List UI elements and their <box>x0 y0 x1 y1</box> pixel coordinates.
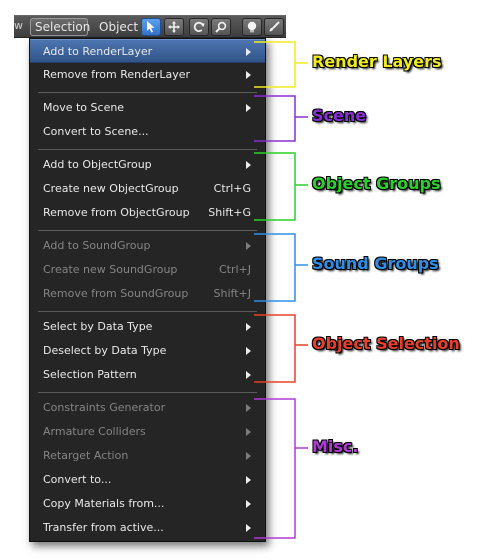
submenu-arrow-icon <box>246 452 251 460</box>
submenu-arrow-icon <box>246 347 251 355</box>
annotation-render-layers: Render Layers <box>312 52 442 71</box>
menu-item-selection-pattern[interactable]: Selection Pattern <box>30 363 265 387</box>
menu-separator <box>38 392 257 393</box>
submenu-arrow-icon <box>246 524 251 532</box>
menu-item-remove-from-objectgroup[interactable]: Remove from ObjectGroup Shift+G <box>30 201 265 225</box>
paint-brush-icon <box>269 21 280 32</box>
view-menu-fragment[interactable]: w <box>14 19 23 32</box>
menu-item-label: Constraints Generator <box>43 401 166 414</box>
menu-item-create-new-objectgroup[interactable]: Create new ObjectGroup Ctrl+G <box>30 177 265 201</box>
rotate-icon <box>193 21 205 33</box>
submenu-arrow-icon <box>246 428 251 436</box>
menu-item-add-to-soundgroup: Add to SoundGroup <box>30 234 265 258</box>
menu-item-add-to-objectgroup[interactable]: Add to ObjectGroup <box>30 153 265 177</box>
menu-item-remove-from-soundgroup: Remove from SoundGroup Shift+J <box>30 282 265 306</box>
annotation-misc: Misc. <box>312 437 359 456</box>
select-icon <box>147 21 155 33</box>
menu-item-label: Select by Data Type <box>43 320 153 333</box>
menu-item-convert-to-scene[interactable]: Convert to Scene... <box>30 120 265 144</box>
menu-item-label: Create new ObjectGroup <box>43 182 179 195</box>
menu-item-label: Add to RenderLayer <box>43 45 153 58</box>
light-icon <box>247 21 257 33</box>
submenu-arrow-icon <box>246 48 251 56</box>
rotate-tool-button[interactable] <box>189 18 209 36</box>
selection-menu[interactable]: Selection <box>30 18 90 36</box>
shortcut-label: Shift+G <box>208 206 251 219</box>
menu-item-label: Transfer from active... <box>43 521 164 534</box>
translate-icon <box>168 21 180 33</box>
menu-item-label: Retarget Action <box>43 449 129 462</box>
annotation-scene: Scene <box>312 106 367 125</box>
menu-item-transfer-from-active[interactable]: Transfer from active... <box>30 516 265 540</box>
menu-separator <box>38 230 257 231</box>
menu-item-move-to-scene[interactable]: Move to Scene <box>30 96 265 120</box>
annotation-sound-groups: Sound Groups <box>312 254 439 273</box>
menu-item-label: Convert to Scene... <box>43 125 149 138</box>
select-tool-button[interactable] <box>141 18 161 36</box>
menu-item-add-to-renderlayer[interactable]: Add to RenderLayer <box>30 39 265 63</box>
submenu-arrow-icon <box>246 104 251 112</box>
menu-item-copy-materials-from[interactable]: Copy Materials from... <box>30 492 265 516</box>
submenu-arrow-icon <box>246 404 251 412</box>
menu-item-convert-to[interactable]: Convert to... <box>30 468 265 492</box>
menu-item-label: Create new SoundGroup <box>43 263 178 276</box>
submenu-arrow-icon <box>246 161 251 169</box>
paint-button[interactable] <box>264 18 284 36</box>
menu-item-label: Remove from ObjectGroup <box>43 206 190 219</box>
object-menu[interactable]: Object <box>94 18 140 36</box>
submenu-arrow-icon <box>246 500 251 508</box>
selection-dropdown-menu: Add to RenderLayer Remove from RenderLay… <box>29 38 266 542</box>
menu-item-label: Remove from SoundGroup <box>43 287 189 300</box>
shortcut-label: Ctrl+J <box>218 263 251 276</box>
annotation-object-selection: Object Selection <box>312 334 460 353</box>
submenu-arrow-icon <box>246 371 251 379</box>
menu-separator <box>38 92 257 93</box>
menu-item-label: Copy Materials from... <box>43 497 165 510</box>
annotation-object-groups: Object Groups <box>312 174 441 193</box>
menu-item-label: Remove from RenderLayer <box>43 68 191 81</box>
menu-separator <box>38 311 257 312</box>
shortcut-label: Ctrl+G <box>213 182 251 195</box>
menu-item-label: Move to Scene <box>43 101 125 114</box>
submenu-arrow-icon <box>246 242 251 250</box>
menu-separator <box>38 149 257 150</box>
menu-item-deselect-by-data-type[interactable]: Deselect by Data Type <box>30 339 265 363</box>
submenu-arrow-icon <box>246 71 251 79</box>
scale-tool-button[interactable] <box>211 18 231 36</box>
submenu-arrow-icon <box>246 476 251 484</box>
light-button[interactable] <box>242 18 262 36</box>
menu-item-select-by-data-type[interactable]: Select by Data Type <box>30 315 265 339</box>
shortcut-label: Shift+J <box>213 287 251 300</box>
menu-item-label: Convert to... <box>43 473 112 486</box>
menu-item-remove-from-renderlayer[interactable]: Remove from RenderLayer <box>30 63 265 87</box>
submenu-arrow-icon <box>246 323 251 331</box>
menu-item-create-new-soundgroup: Create new SoundGroup Ctrl+J <box>30 258 265 282</box>
menu-item-label: Deselect by Data Type <box>43 344 167 357</box>
3d-view-header: w Selection Object <box>14 15 286 38</box>
scale-icon <box>215 21 227 33</box>
menu-item-label: Add to ObjectGroup <box>43 158 152 171</box>
menu-item-armature-colliders: Armature Colliders <box>30 420 265 444</box>
menu-item-constraints-generator: Constraints Generator <box>30 396 265 420</box>
menu-item-label: Add to SoundGroup <box>43 239 151 252</box>
menu-item-label: Selection Pattern <box>43 368 137 381</box>
menu-item-retarget-action: Retarget Action <box>30 444 265 468</box>
translate-tool-button[interactable] <box>164 18 184 36</box>
menu-item-label: Armature Colliders <box>43 425 146 438</box>
